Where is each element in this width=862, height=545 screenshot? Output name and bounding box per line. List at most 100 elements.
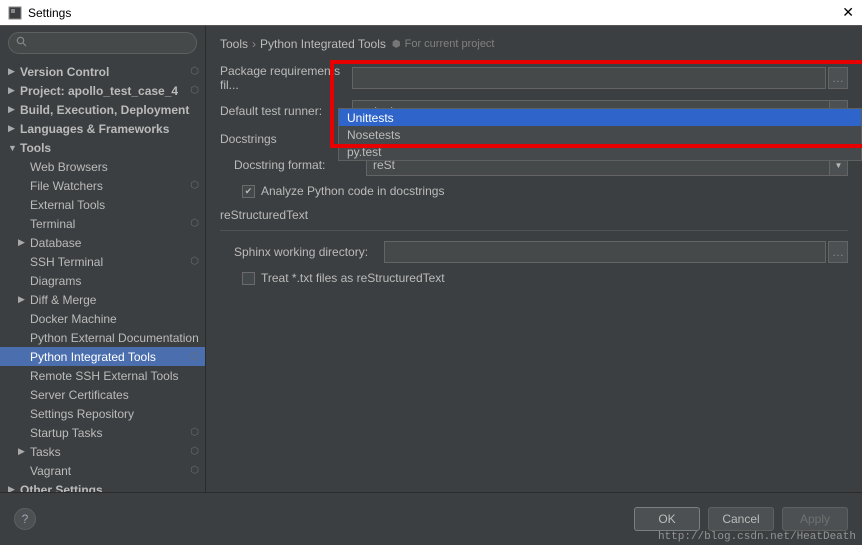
- cancel-button[interactable]: Cancel: [708, 507, 774, 531]
- sidebar: Version Control⬡Project: apollo_test_cas…: [0, 26, 206, 492]
- test-runner-label: Default test runner:: [220, 104, 352, 118]
- sidebar-item-docker-machine[interactable]: Docker Machine: [0, 309, 205, 328]
- restructured-section-title: reStructuredText: [220, 208, 848, 222]
- settings-tree: Version Control⬡Project: apollo_test_cas…: [0, 60, 205, 492]
- sidebar-item-project-apollo-test-case-4[interactable]: Project: apollo_test_case_4⬡: [0, 81, 205, 100]
- sidebar-item-terminal[interactable]: Terminal⬡: [0, 214, 205, 233]
- sidebar-item-label: Build, Execution, Deployment: [20, 103, 205, 117]
- chevron-right-icon: [18, 294, 30, 305]
- sidebar-item-tasks[interactable]: Tasks⬡: [0, 442, 205, 461]
- chevron-right-icon: [8, 104, 20, 115]
- pkg-req-browse-button[interactable]: …: [828, 67, 848, 89]
- sidebar-item-vagrant[interactable]: Vagrant⬡: [0, 461, 205, 480]
- treat-txt-checkbox[interactable]: [242, 272, 255, 285]
- sidebar-item-python-integrated-tools[interactable]: Python Integrated Tools⬡: [0, 347, 205, 366]
- breadcrumb-sep: ›: [252, 37, 256, 51]
- ok-button[interactable]: OK: [634, 507, 700, 531]
- sphinx-input[interactable]: [384, 241, 826, 263]
- test-runner-dropdown[interactable]: UnittestsNosetestspy.test: [338, 108, 862, 161]
- analyze-checkbox[interactable]: [242, 185, 255, 198]
- sidebar-item-label: Other Settings: [20, 483, 205, 493]
- sidebar-item-build-execution-deployment[interactable]: Build, Execution, Deployment: [0, 100, 205, 119]
- sidebar-item-label: Terminal: [30, 217, 205, 231]
- app-icon: [8, 6, 22, 20]
- sidebar-item-label: SSH Terminal: [30, 255, 205, 269]
- sidebar-item-ssh-terminal[interactable]: SSH Terminal⬡: [0, 252, 205, 271]
- chevron-right-icon: [18, 446, 30, 457]
- chevron-right-icon: [8, 66, 20, 77]
- sidebar-item-external-tools[interactable]: External Tools: [0, 195, 205, 214]
- breadcrumb: Tools › Python Integrated Tools ⬢ For cu…: [220, 34, 848, 54]
- sidebar-item-file-watchers[interactable]: File Watchers⬡: [0, 176, 205, 195]
- dropdown-option-unittests[interactable]: Unittests: [339, 109, 861, 126]
- project-scope-icon: ⬡: [190, 218, 199, 229]
- breadcrumb-root[interactable]: Tools: [220, 37, 248, 51]
- sidebar-item-label: Languages & Frameworks: [20, 122, 205, 136]
- dropdown-option-nosetests[interactable]: Nosetests: [339, 126, 861, 143]
- sidebar-item-python-external-documentation[interactable]: Python External Documentation: [0, 328, 205, 347]
- project-scope-icon: ⬡: [190, 256, 199, 267]
- sidebar-item-label: Vagrant: [30, 464, 205, 478]
- search-icon: [16, 36, 27, 50]
- project-scope-icon: ⬡: [190, 446, 199, 457]
- window-title: Settings: [28, 6, 842, 20]
- project-scope-icon: ⬡: [190, 180, 199, 191]
- sidebar-item-diagrams[interactable]: Diagrams: [0, 271, 205, 290]
- sidebar-item-label: External Tools: [30, 198, 205, 212]
- sidebar-item-label: Python Integrated Tools: [30, 350, 205, 364]
- help-button[interactable]: ?: [14, 508, 36, 530]
- chevron-right-icon: [8, 123, 20, 134]
- search-input[interactable]: [8, 32, 197, 54]
- dropdown-option-py-test[interactable]: py.test: [339, 143, 861, 160]
- sidebar-item-diff-merge[interactable]: Diff & Merge: [0, 290, 205, 309]
- sidebar-item-server-certificates[interactable]: Server Certificates: [0, 385, 205, 404]
- project-scope-icon: ⬡: [190, 66, 199, 77]
- sidebar-item-label: Startup Tasks: [30, 426, 205, 440]
- apply-button[interactable]: Apply: [782, 507, 848, 531]
- sidebar-item-label: Diagrams: [30, 274, 205, 288]
- project-scope-icon: ⬡: [190, 465, 199, 476]
- project-scope-icon: ⬡: [190, 351, 199, 362]
- sidebar-item-label: File Watchers: [30, 179, 205, 193]
- sidebar-item-other-settings[interactable]: Other Settings: [0, 480, 205, 492]
- sidebar-item-languages-frameworks[interactable]: Languages & Frameworks: [0, 119, 205, 138]
- sidebar-item-version-control[interactable]: Version Control⬡: [0, 62, 205, 81]
- sidebar-item-label: Server Certificates: [30, 388, 205, 402]
- treat-txt-label: Treat *.txt files as reStructuredText: [261, 271, 445, 285]
- sidebar-item-label: Python External Documentation: [30, 331, 205, 345]
- titlebar: Settings ✕: [0, 0, 862, 26]
- sidebar-item-label: Remote SSH External Tools: [30, 369, 205, 383]
- watermark: http://blog.csdn.net/HeatDeath: [658, 531, 856, 543]
- sidebar-item-settings-repository[interactable]: Settings Repository: [0, 404, 205, 423]
- chevron-down-icon: [8, 143, 20, 153]
- chevron-right-icon: [8, 85, 20, 96]
- pkg-req-input[interactable]: [352, 67, 826, 89]
- chevron-right-icon: [18, 237, 30, 248]
- sphinx-browse-button[interactable]: …: [828, 241, 848, 263]
- pkg-req-label: Package requirements fil...: [220, 64, 352, 92]
- sidebar-item-label: Docker Machine: [30, 312, 205, 326]
- project-scope-label: For current project: [405, 38, 495, 50]
- project-scope-icon: ⬡: [190, 427, 199, 438]
- sidebar-item-label: Diff & Merge: [30, 293, 205, 307]
- main-panel: Tools › Python Integrated Tools ⬢ For cu…: [206, 26, 862, 492]
- sidebar-item-tools[interactable]: Tools: [0, 138, 205, 157]
- sidebar-item-remote-ssh-external-tools[interactable]: Remote SSH External Tools: [0, 366, 205, 385]
- sidebar-item-web-browsers[interactable]: Web Browsers: [0, 157, 205, 176]
- sidebar-item-label: Version Control: [20, 65, 205, 79]
- sidebar-item-label: Settings Repository: [30, 407, 205, 421]
- sphinx-label: Sphinx working directory:: [234, 245, 384, 259]
- sidebar-item-label: Project: apollo_test_case_4: [20, 84, 205, 98]
- close-icon[interactable]: ✕: [842, 4, 854, 21]
- sidebar-item-label: Tasks: [30, 445, 205, 459]
- sidebar-item-label: Tools: [20, 141, 205, 155]
- chevron-right-icon: [8, 484, 20, 492]
- sidebar-item-database[interactable]: Database: [0, 233, 205, 252]
- project-scope-icon: ⬡: [190, 85, 199, 96]
- analyze-label: Analyze Python code in docstrings: [261, 184, 444, 198]
- sidebar-item-startup-tasks[interactable]: Startup Tasks⬡: [0, 423, 205, 442]
- sidebar-item-label: Web Browsers: [30, 160, 205, 174]
- sidebar-item-label: Database: [30, 236, 205, 250]
- breadcrumb-current: Python Integrated Tools: [260, 37, 386, 51]
- project-scope-icon: ⬢: [392, 39, 401, 50]
